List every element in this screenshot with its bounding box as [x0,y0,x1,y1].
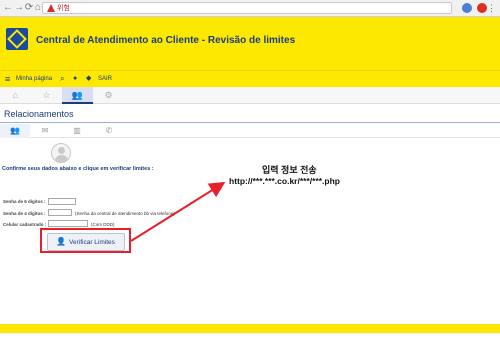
annotation-url: http://***.***.co.kr/***/***.php [229,176,340,186]
annotation-arrow [130,181,226,242]
annotation-title: 입력 정보 전송 [262,165,317,175]
footer-band [0,324,500,333]
footer-strip [0,333,500,340]
